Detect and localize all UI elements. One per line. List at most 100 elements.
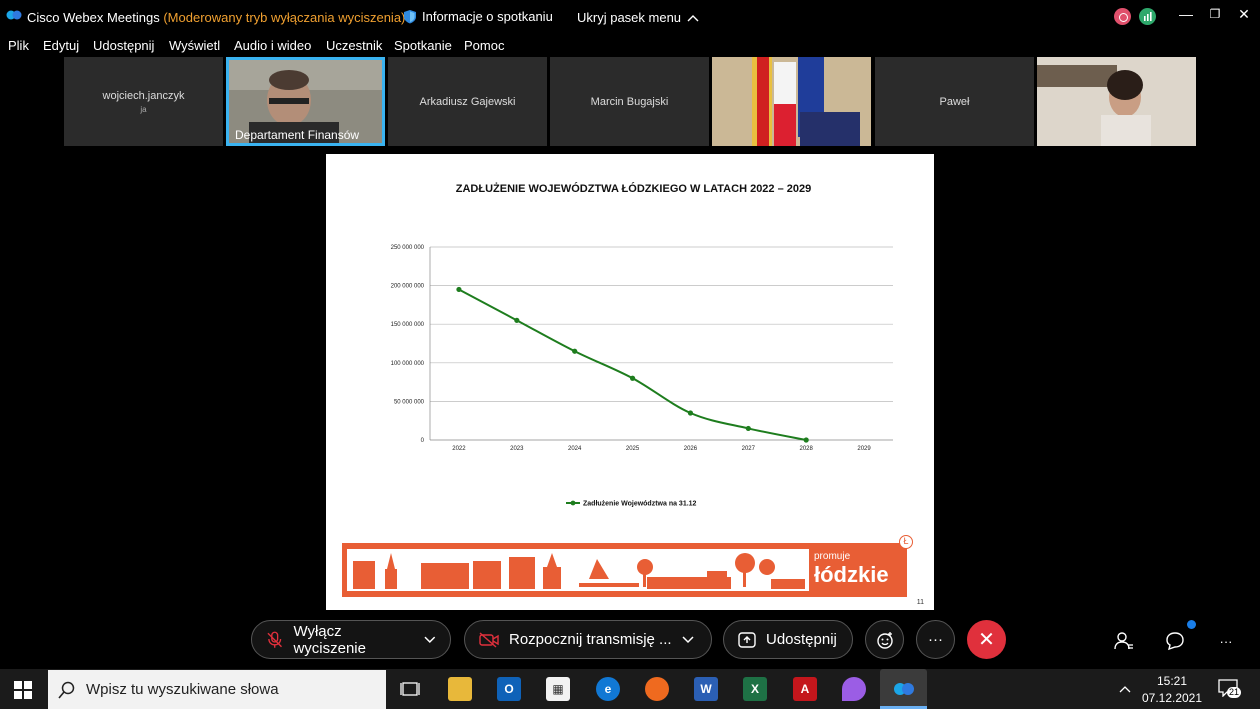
participant-tile[interactable]: Marcin Bugajski: [550, 57, 709, 146]
start-video-label: Rozpocznij transmisję ...: [509, 631, 672, 648]
share-button[interactable]: Udostępnij: [723, 620, 853, 659]
series-line: [458, 288, 807, 441]
search-icon: [58, 681, 75, 699]
edge-icon[interactable]: e: [596, 677, 620, 701]
legend-label: Zadłużenie Województwa na 31.12: [583, 501, 697, 508]
banner-illustration: [347, 549, 809, 591]
taskbar-clock[interactable]: 15:21 07.12.2021: [1140, 673, 1204, 707]
chevron-down-icon[interactable]: [424, 636, 436, 644]
share-screen-icon: [738, 631, 756, 648]
chevron-down-icon[interactable]: [682, 635, 694, 644]
participant-name: Paweł: [939, 95, 970, 108]
participant-tile[interactable]: wojciech.janczyk ja: [64, 57, 223, 146]
participant-tile[interactable]: [1037, 57, 1196, 146]
menu-item-share[interactable]: Udostępnij: [93, 38, 154, 53]
chat-notification-dot: [1187, 620, 1196, 629]
search-placeholder: Wpisz tu wyszukiwane słowa: [86, 681, 279, 698]
menu-item-help[interactable]: Pomoc: [464, 38, 504, 53]
close-window-button[interactable]: ✕: [1232, 4, 1256, 24]
data-point: [745, 425, 751, 432]
data-point: [514, 317, 520, 323]
store-icon[interactable]: ▦: [546, 677, 570, 701]
clock-time: 15:21: [1156, 674, 1188, 688]
share-label: Udostępnij: [766, 631, 837, 648]
more-panels-button[interactable]: ···: [1215, 630, 1237, 652]
data-point: [629, 375, 636, 381]
mode-text: (Moderowany tryb wyłączania wyciszenia): [163, 10, 406, 25]
hide-menu-button[interactable]: Ukryj pasek menu: [577, 10, 699, 25]
x-tick-label: 2022: [452, 446, 466, 452]
participant-tile[interactable]: Arkadiusz Gajewski: [388, 57, 547, 146]
participant-name: Marcin Bugajski: [590, 95, 669, 108]
x-tick-label: 2024: [568, 446, 582, 452]
banner-brand-text: łódzkie: [814, 562, 889, 587]
shared-slide: ZADŁUŻENIE WOJEWÓDZTWA ŁÓDZKIEGO W LATAC…: [326, 154, 934, 610]
minimize-button[interactable]: —: [1174, 4, 1198, 24]
participant-tile[interactable]: [712, 57, 871, 146]
menu-item-file[interactable]: Plik: [8, 38, 29, 53]
recording-icon[interactable]: [1114, 8, 1131, 25]
menu-item-meeting[interactable]: Spotkanie: [394, 38, 452, 53]
menu-bar: Plik Edytuj Udostępnij Wyświetl Audio i …: [0, 34, 1260, 56]
meeting-info-button[interactable]: Informacje o spotkaniu: [403, 9, 553, 24]
lodzkie-emblem: Ł: [899, 535, 913, 549]
legend-swatch-marker: [570, 500, 576, 506]
chat-panel-button[interactable]: [1164, 630, 1186, 652]
data-point: [456, 286, 462, 293]
participant-tile-active-speaker[interactable]: Departament Finansów: [226, 57, 385, 146]
menu-item-edit[interactable]: Edytuj: [43, 38, 79, 53]
notification-count: 21: [1227, 687, 1242, 698]
y-tick-label: 150 000 000: [391, 322, 425, 328]
leave-meeting-button[interactable]: ✕: [967, 620, 1006, 659]
x-tick-label: 2029: [857, 446, 871, 452]
word-icon[interactable]: W: [694, 677, 718, 701]
firefox-icon[interactable]: [645, 677, 669, 701]
menu-item-view[interactable]: Wyświetl: [169, 38, 220, 53]
x-tick-label: 2027: [742, 446, 756, 452]
more-options-button[interactable]: ···: [916, 620, 955, 659]
network-stats-icon[interactable]: [1139, 8, 1156, 25]
acrobat-icon[interactable]: A: [793, 677, 817, 701]
promo-banner: promuje łódzkie: [342, 543, 907, 597]
participant-tile[interactable]: Paweł: [875, 57, 1034, 146]
webex-taskbar-icon[interactable]: [880, 669, 927, 709]
meeting-controls-bar: Wyłącz wyciszenie Rozpocznij transmisję …: [0, 612, 1260, 668]
unmute-button[interactable]: Wyłącz wyciszenie: [251, 620, 451, 659]
chat-icon: [1166, 632, 1184, 651]
windows-start-icon[interactable]: [14, 681, 32, 699]
shield-icon: [404, 10, 416, 24]
y-tick-label: 250 000 000: [391, 245, 425, 251]
participant-video: [712, 57, 871, 146]
windows-taskbar: Wpisz tu wyszukiwane słowa O ▦ e W X A 1…: [0, 669, 1260, 709]
start-video-button[interactable]: Rozpocznij transmisję ...: [464, 620, 712, 659]
participant-name: wojciech.janczyk: [102, 89, 185, 102]
slide-page-number: 11: [916, 599, 924, 606]
notifications-button[interactable]: 21: [1218, 679, 1242, 699]
video-off-icon: [479, 631, 499, 648]
meeting-info-label: Informacje o spotkaniu: [422, 9, 553, 24]
menu-item-participant[interactable]: Uczestnik: [326, 38, 382, 53]
taskbar-search-box[interactable]: Wpisz tu wyszukiwane słowa: [48, 670, 386, 709]
tray-chevron-up-icon[interactable]: [1113, 677, 1137, 701]
outlook-icon[interactable]: O: [497, 677, 521, 701]
microphone-muted-icon: [267, 631, 282, 648]
participant-video: [1037, 57, 1196, 146]
participants-panel-button[interactable]: [1113, 630, 1135, 652]
y-tick-label: 50 000 000: [394, 399, 425, 405]
x-tick-label: 2023: [510, 446, 524, 452]
menu-item-audio-video[interactable]: Audio i wideo: [234, 38, 311, 53]
excel-icon[interactable]: X: [743, 677, 767, 701]
maps-pin-icon[interactable]: [842, 677, 866, 701]
hide-menu-label: Ukryj pasek menu: [577, 10, 682, 25]
y-tick-label: 200 000 000: [391, 284, 425, 290]
reactions-button[interactable]: [865, 620, 904, 659]
app-title: Cisco Webex Meetings (Moderowany tryb wy…: [27, 10, 406, 25]
x-tick-label: 2025: [626, 446, 640, 452]
title-bar: Cisco Webex Meetings (Moderowany tryb wy…: [0, 0, 1260, 34]
task-view-icon[interactable]: [398, 677, 422, 701]
file-explorer-icon[interactable]: [448, 677, 472, 701]
data-point: [687, 410, 694, 416]
restore-button[interactable]: ❐: [1203, 4, 1227, 24]
y-tick-label: 100 000 000: [391, 361, 425, 367]
participants-icon: [1114, 632, 1133, 650]
